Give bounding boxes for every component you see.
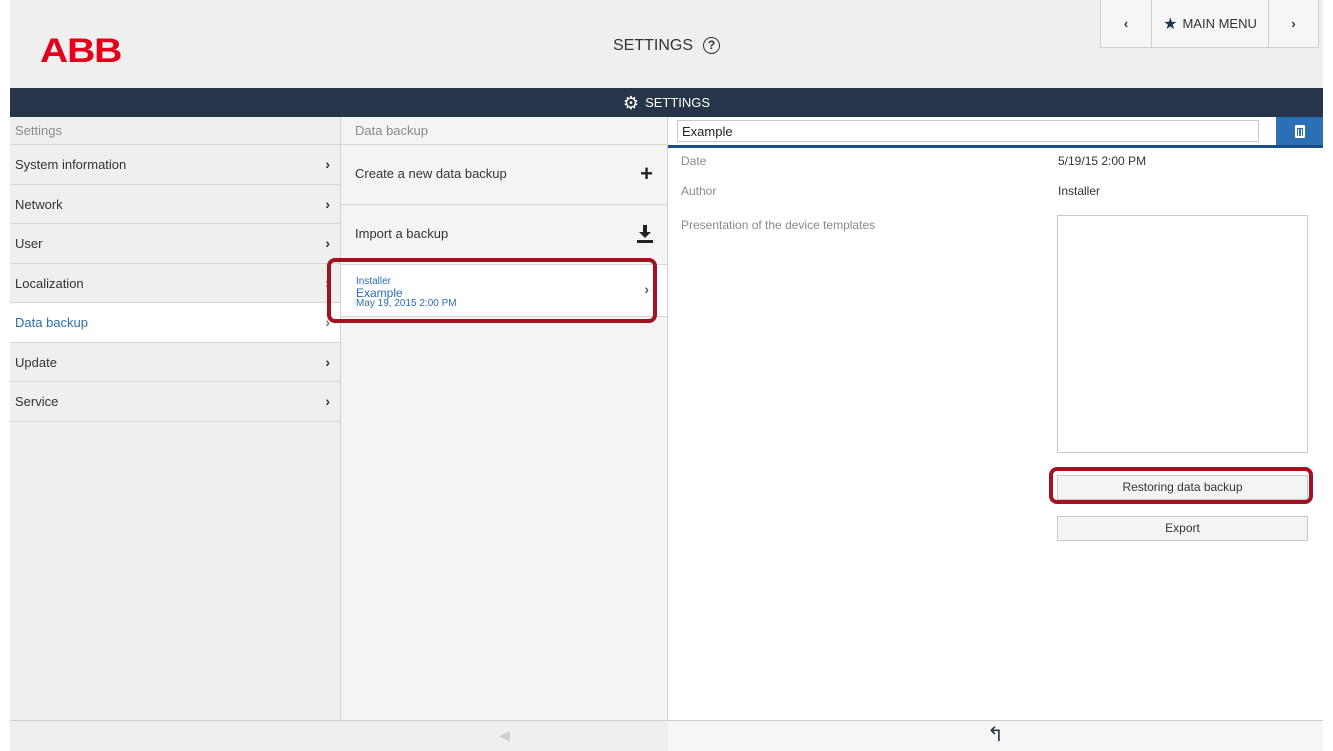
backup-detail-panel: Date 5/19/15 2:00 PM Author Installer Pr… <box>668 117 1323 751</box>
menu-item-label: Localization <box>15 275 84 291</box>
backup-column-footer: ◀ <box>341 720 668 751</box>
settings-column-footer <box>10 720 341 751</box>
main-menu-button[interactable]: ★ MAIN MENU <box>1151 0 1268 47</box>
previous-button[interactable]: ‹ <box>1101 0 1151 47</box>
backup-column: Data backup Create a new data backup + I… <box>341 117 668 751</box>
next-button[interactable]: › <box>1268 0 1318 47</box>
chevron-right-icon: › <box>325 156 330 172</box>
chevron-right-icon: › <box>325 393 330 409</box>
menu-item-service[interactable]: Service › <box>10 382 340 422</box>
create-backup-button[interactable]: Create a new data backup + <box>341 145 667 205</box>
backup-name-input[interactable] <box>677 120 1259 142</box>
menu-item-label: System information <box>15 157 127 172</box>
chevron-right-icon: › <box>325 353 330 370</box>
menu-item-update[interactable]: Update › <box>10 342 340 382</box>
highlight-backup-entry <box>327 258 657 323</box>
delete-button[interactable] <box>1276 117 1323 145</box>
download-icon <box>637 205 653 263</box>
settings-column: Settings System information › Network › Us… <box>10 117 341 751</box>
author-value: Installer <box>1058 184 1101 198</box>
date-value: 5/19/15 2:00 PM <box>1058 154 1147 168</box>
chevron-right-icon: › <box>325 195 330 212</box>
menu-item-user[interactable]: User › <box>10 224 340 264</box>
gear-icon: ⚙ <box>622 93 640 113</box>
backup-column-heading: Data backup <box>341 117 667 145</box>
top-header: ABB SETTINGS? ‹ ★ MAIN MENU › <box>10 0 1323 88</box>
menu-item-label: User <box>15 236 43 251</box>
back-arrow-button[interactable]: ↰ <box>987 724 1004 746</box>
chevron-right-icon: › <box>325 235 330 251</box>
highlight-restore-button <box>1049 467 1313 504</box>
star-icon: ★ <box>1163 15 1178 33</box>
detail-header <box>668 117 1323 148</box>
main-menu-label: MAIN MENU <box>1182 16 1257 31</box>
menu-item-label: Service <box>15 394 59 409</box>
menu-item-data-backup[interactable]: Data backup › <box>10 303 340 343</box>
page-title-text: SETTINGS <box>612 37 693 54</box>
section-bar: ⚙ SETTINGS <box>10 88 1323 117</box>
import-backup-button[interactable]: Import a backup <box>341 205 667 265</box>
menu-item-system-information[interactable]: System information › <box>10 145 340 185</box>
menu-item-label: Data backup <box>15 315 88 330</box>
top-navigation: ‹ ★ MAIN MENU › <box>1100 0 1319 48</box>
device-templates-preview <box>1057 215 1308 453</box>
menu-item-network[interactable]: Network › <box>10 184 340 224</box>
author-label: Author <box>681 184 717 198</box>
menu-item-label: Network <box>15 196 63 212</box>
trash-icon <box>1294 124 1305 138</box>
date-label: Date <box>681 154 707 168</box>
help-icon[interactable]: ? <box>703 37 720 54</box>
menu-item-label: Update <box>15 354 57 370</box>
templates-label: Presentation of the device templates <box>681 218 876 232</box>
export-button[interactable]: Export <box>1057 516 1308 541</box>
import-backup-label: Import a backup <box>355 226 449 241</box>
plus-icon: + <box>640 161 653 186</box>
menu-item-localization[interactable]: Localization › <box>10 263 340 303</box>
section-bar-label: SETTINGS <box>645 95 711 110</box>
create-backup-label: Create a new data backup <box>355 166 507 181</box>
chevron-left-icon: ‹ <box>1123 16 1129 31</box>
chevron-right-icon: › <box>1291 16 1296 31</box>
back-icon-disabled: ◀ <box>499 727 510 743</box>
detail-footer: ↰ <box>668 720 1323 751</box>
settings-column-heading: Settings <box>10 117 340 145</box>
